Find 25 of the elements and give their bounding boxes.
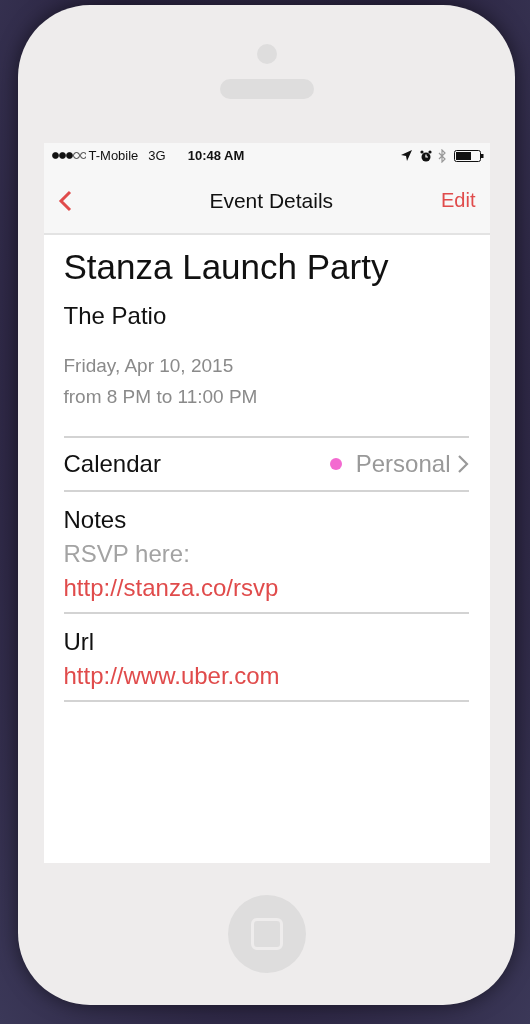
battery-icon — [453, 149, 484, 162]
event-location: The Patio — [63, 302, 168, 330]
link[interactable]: http://stanza.co/rsvp — [63, 574, 469, 602]
back-chevron-icon — [57, 189, 72, 212]
calendar-row[interactable]: Calendar Personal — [63, 436, 469, 492]
bluetooth-icon — [437, 148, 446, 163]
alarm-icon — [419, 149, 432, 162]
section-label: Notes — [63, 506, 128, 534]
link[interactable]: http://www.uber.com — [63, 662, 469, 690]
signal-icon — [51, 152, 86, 159]
event-date: Friday, Apr 10, 2015 — [63, 354, 235, 378]
navigation-title: Event Details — [209, 188, 334, 213]
calendar-label: Calendar — [63, 450, 161, 478]
network-type: 3G — [148, 148, 166, 163]
edit-button[interactable]: Edit — [441, 189, 476, 212]
chevron-right-icon — [456, 454, 469, 474]
carrier-name: T-Mobile — [88, 148, 139, 163]
location-arrow-icon — [400, 150, 412, 161]
event-time: from 8 PM to 11:00 PM — [63, 385, 259, 409]
back-button[interactable] — [57, 189, 72, 212]
event-title: Stanza Launch Party — [63, 247, 390, 287]
section-label: Url — [63, 628, 96, 656]
note-text: RSVP here: — [63, 540, 191, 568]
calendar-value: Personal — [355, 450, 451, 478]
status-time: 10:48 AM — [187, 148, 245, 163]
